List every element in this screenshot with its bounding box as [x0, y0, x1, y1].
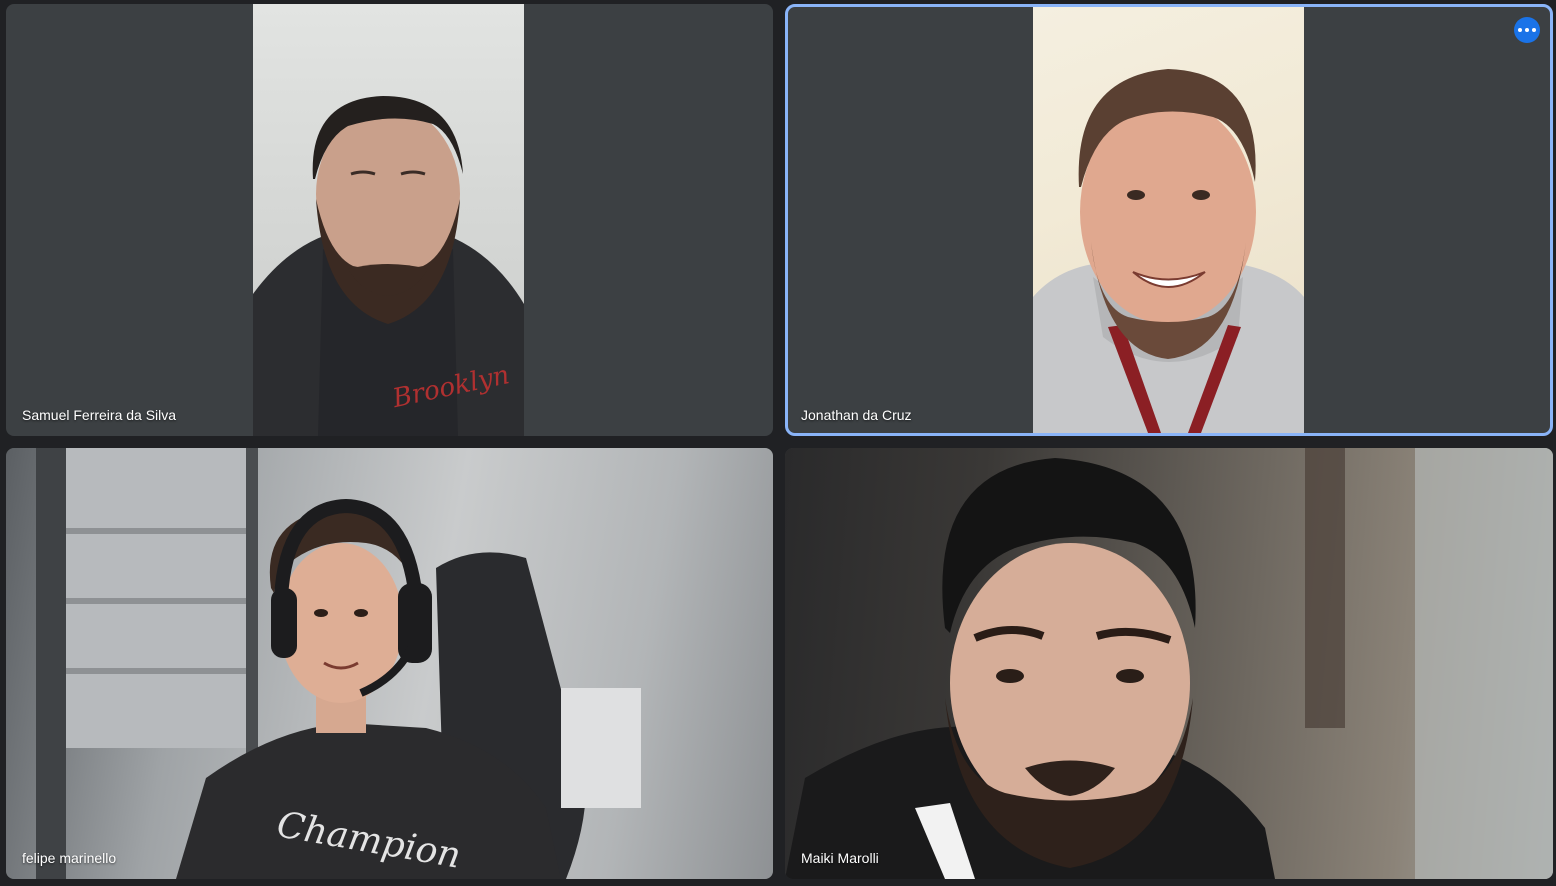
participant-tile-samuel[interactable]: Brooklyn Samuel Ferreira da Silva [6, 4, 773, 436]
more-options-button[interactable] [1514, 17, 1540, 43]
participant-tile-maiki[interactable]: Maiki Marolli [785, 448, 1553, 879]
participant-video-image [1033, 69, 1304, 433]
participant-tile-felipe[interactable]: Champion felipe marinello [6, 448, 773, 879]
video-feed: Brooklyn [253, 4, 524, 436]
video-feed [785, 448, 1553, 879]
participant-name: Samuel Ferreira da Silva [22, 407, 177, 423]
participant-name: Jonathan da Cruz [801, 407, 912, 423]
participant-video-image: Champion [36, 448, 641, 879]
participant-tile-jonathan[interactable]: Jonathan da Cruz [785, 4, 1553, 436]
video-feed: Champion [6, 448, 773, 879]
more-horiz-icon [1517, 28, 1537, 32]
participant-video-image: Brooklyn [253, 96, 524, 436]
participant-name: felipe marinello [22, 850, 117, 866]
video-grid: Brooklyn Samuel Ferreira da Silva Jonath… [0, 0, 1556, 886]
video-feed [1033, 7, 1304, 433]
participant-name: Maiki Marolli [801, 850, 879, 866]
participant-video-image [785, 448, 1553, 879]
